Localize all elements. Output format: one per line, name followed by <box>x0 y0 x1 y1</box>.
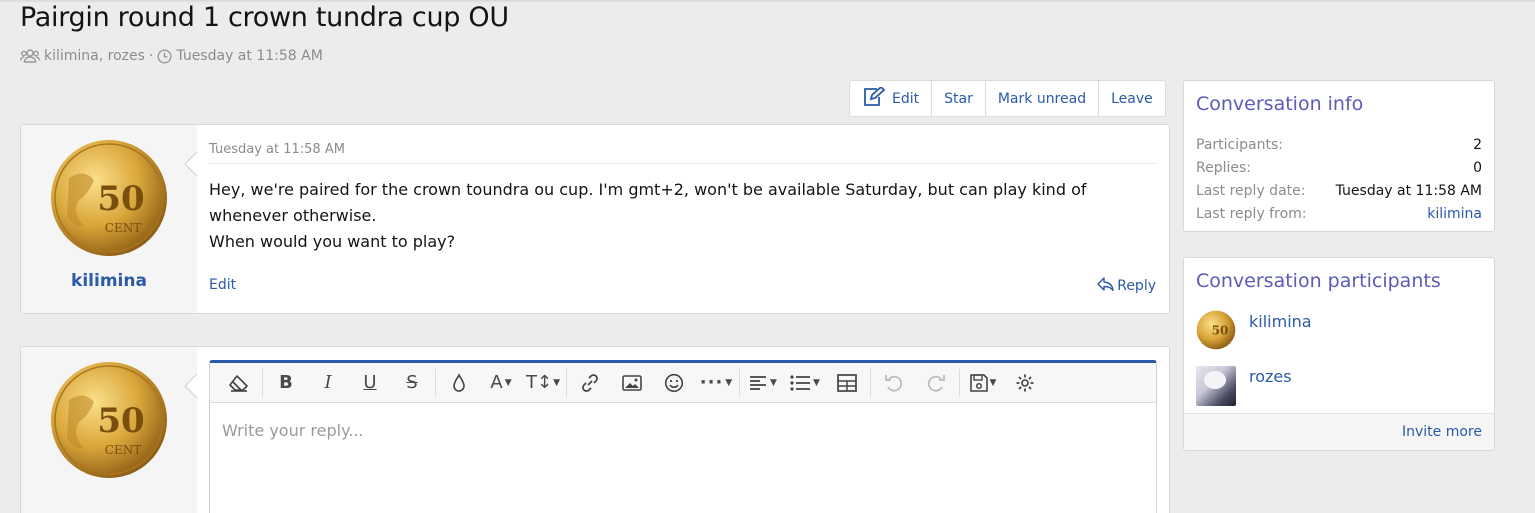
mark-unread-button[interactable]: Mark unread <box>984 81 1098 116</box>
info-value: Tuesday at 11:58 AM <box>1335 183 1482 199</box>
meta-separator: · <box>148 48 154 64</box>
toolbar-divider <box>435 368 436 397</box>
list-icon[interactable]: ▼ <box>784 363 826 403</box>
users-icon <box>20 48 40 64</box>
participant-name[interactable]: rozes <box>1249 367 1292 386</box>
clock-icon <box>157 48 172 64</box>
conversation-info-panel: Conversation info Participants: 2 Replie… <box>1183 80 1495 232</box>
font-size-icon[interactable]: A ▼ <box>480 363 522 403</box>
message-author[interactable]: kilimina <box>21 271 197 291</box>
align-icon[interactable]: ▼ <box>742 363 784 403</box>
reply-input[interactable]: Write your reply... <box>222 421 364 440</box>
participant-avatar[interactable] <box>1196 366 1236 406</box>
reply-card: 50 CENT B I U S A ▼ T↕ ▼ ··· ▼ ▼ ▼ ▼ Wri… <box>20 346 1170 513</box>
bold-icon[interactable]: B <box>265 363 307 403</box>
participants-meta[interactable]: kilimina, rozes <box>44 48 145 64</box>
reply-label: Reply <box>1117 278 1156 294</box>
conversation-info-title: Conversation info <box>1196 93 1364 115</box>
conversation-actions: Edit Star Mark unread Leave <box>849 80 1166 117</box>
info-value: 2 <box>1473 137 1482 153</box>
message-card: 50 CENT kilimina Tuesday at 11:58 AM Hey… <box>20 124 1170 314</box>
toolbar-divider <box>262 368 263 397</box>
message-time[interactable]: Tuesday at 11:58 AM <box>209 142 345 157</box>
info-label: Last reply from: <box>1196 206 1307 222</box>
more-icon[interactable]: ··· ▼ <box>695 363 737 403</box>
toolbar-divider <box>566 368 567 397</box>
info-row: Replies: 0 <box>1196 160 1482 176</box>
conversation-participants-panel: Conversation participants 50 kilimina ro… <box>1183 257 1495 451</box>
link-icon[interactable] <box>569 363 611 403</box>
undo-icon[interactable] <box>873 363 915 403</box>
table-icon[interactable] <box>826 363 868 403</box>
info-row: Last reply from: kilimina <box>1196 206 1482 222</box>
message-line: When would you want to play? <box>209 232 456 251</box>
eraser-icon[interactable] <box>218 363 260 403</box>
text-size-icon[interactable]: T↕ ▼ <box>522 363 564 403</box>
editor-toolbar: B I U S A ▼ T↕ ▼ ··· ▼ ▼ ▼ ▼ <box>210 363 1156 403</box>
participant-name[interactable]: kilimina <box>1249 312 1312 331</box>
svg-text:50: 50 <box>97 179 144 219</box>
avatar <box>1196 366 1236 406</box>
toolbar-divider <box>870 368 871 397</box>
leave-button[interactable]: Leave <box>1098 81 1165 116</box>
conversation-participants-title: Conversation participants <box>1196 270 1441 292</box>
svg-text:CENT: CENT <box>105 443 141 457</box>
conversation-meta: kilimina, rozes · Tuesday at 11:58 AM <box>20 48 323 64</box>
info-row: Participants: 2 <box>1196 137 1482 153</box>
info-value-link[interactable]: kilimina <box>1427 206 1482 222</box>
svg-text:CENT: CENT <box>105 221 141 235</box>
reply-arrow <box>183 373 199 403</box>
toolbar-divider <box>739 368 740 397</box>
info-value: 0 <box>1473 160 1482 176</box>
reply-icon <box>1097 277 1114 295</box>
star-button[interactable]: Star <box>931 81 985 116</box>
settings-icon[interactable] <box>1004 363 1046 403</box>
strikethrough-icon[interactable]: S <box>391 363 433 403</box>
svg-text:50: 50 <box>1212 324 1229 338</box>
message-line: Hey, we're paired for the crown toundra … <box>209 180 1087 225</box>
avatar: 50 CENT <box>49 360 169 480</box>
image-icon[interactable] <box>611 363 653 403</box>
svg-text:50: 50 <box>97 401 144 441</box>
page-title: Pairgin round 1 crown tundra cup OU <box>20 2 509 33</box>
reply-editor: B I U S A ▼ T↕ ▼ ··· ▼ ▼ ▼ ▼ Write your … <box>209 360 1157 513</box>
message-user-cell: 50 CENT kilimina <box>21 125 197 313</box>
participant-avatar[interactable]: 50 <box>1196 310 1236 350</box>
edit-icon <box>862 85 886 111</box>
invite-more-link[interactable]: Invite more <box>1402 424 1482 440</box>
info-label: Last reply date: <box>1196 183 1306 199</box>
date-meta[interactable]: Tuesday at 11:58 AM <box>176 48 322 64</box>
info-label: Replies: <box>1196 160 1252 176</box>
message-reply-link[interactable]: Reply <box>1097 277 1156 295</box>
panel-footer: Invite more <box>1184 413 1494 450</box>
save-drafts-icon[interactable]: ▼ <box>962 363 1004 403</box>
emoji-icon[interactable] <box>653 363 695 403</box>
message-arrow <box>183 151 199 181</box>
info-row: Last reply date: Tuesday at 11:58 AM <box>1196 183 1482 199</box>
info-label: Participants: <box>1196 137 1283 153</box>
reply-user-cell: 50 CENT <box>21 347 197 513</box>
message-body: Hey, we're paired for the crown toundra … <box>209 177 1149 255</box>
message-edit-link[interactable]: Edit <box>209 277 236 293</box>
edit-label: Edit <box>892 90 920 107</box>
edit-conversation-button[interactable]: Edit <box>850 81 931 116</box>
toolbar-divider <box>959 368 960 397</box>
avatar[interactable]: 50 CENT <box>49 138 169 258</box>
message-divider <box>209 163 1157 164</box>
italic-icon[interactable]: I <box>307 363 349 403</box>
text-color-icon[interactable] <box>438 363 480 403</box>
underline-icon[interactable]: U <box>349 363 391 403</box>
redo-icon[interactable] <box>915 363 957 403</box>
